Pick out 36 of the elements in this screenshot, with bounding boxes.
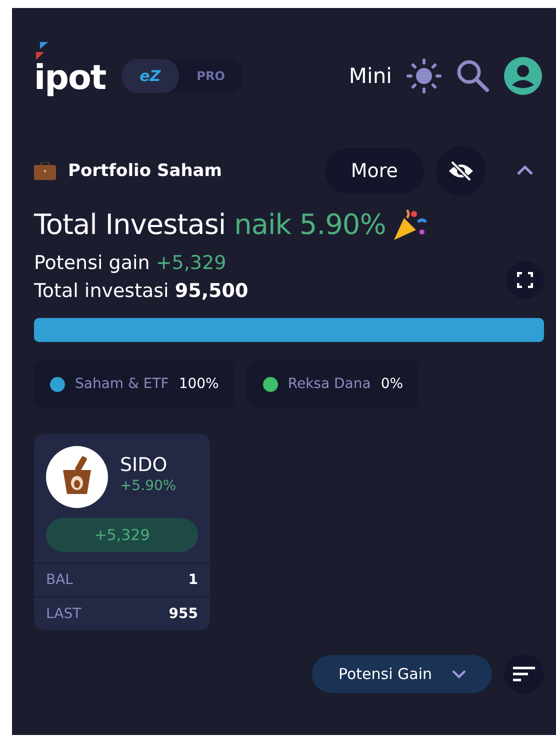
sort-lines-icon (513, 666, 535, 682)
legend-label: Reksa Dana (288, 376, 371, 392)
sort-dropdown[interactable]: Potensi Gain (312, 655, 492, 693)
stock-card[interactable]: SIDO +5.90% +5,329 BAL 1 LAST 955 (34, 434, 210, 630)
sun-icon[interactable] (406, 58, 442, 94)
gain-pill: +5,329 (46, 518, 198, 552)
gain-line: Potensi gain +5,329 (34, 252, 228, 274)
legend-value: 0% (380, 376, 404, 392)
account-icon[interactable] (504, 57, 542, 95)
mode-tab[interactable]: eZ (122, 59, 179, 93)
more-button[interactable]: More (324, 148, 424, 194)
row-label: BAL (46, 572, 73, 588)
stock-code: SIDO (120, 454, 168, 476)
view-label: Mini (348, 64, 392, 88)
fullscreen-icon (517, 272, 533, 288)
legend-value: 100% (178, 376, 219, 392)
stock-change: +5.90% (120, 478, 176, 494)
mortar-pestle-icon (46, 446, 108, 508)
chevron-icon (516, 164, 534, 176)
logo-flag-icon (36, 42, 50, 60)
sort-button[interactable] (504, 654, 544, 694)
section-title: Portfolio Saham (68, 161, 222, 181)
row-value: 1 (188, 572, 198, 588)
briefcase-icon (34, 162, 56, 180)
fullscreen-button[interactable] (506, 261, 544, 299)
row-value: 955 (168, 606, 198, 622)
total-line: Total investasi 95,500 (34, 280, 250, 302)
chevron-down-icon (452, 670, 466, 678)
row-label: LAST (46, 606, 82, 622)
hide-values-button[interactable] (436, 146, 486, 196)
search-icon[interactable] (456, 59, 490, 93)
eye-slash-icon (448, 160, 474, 182)
legend-label: Saham & ETF (75, 376, 169, 392)
headline: Total Investasi naik 5.90% (34, 208, 386, 240)
logo: ipot (34, 60, 106, 94)
mode-tab[interactable]: PRO (178, 59, 243, 93)
